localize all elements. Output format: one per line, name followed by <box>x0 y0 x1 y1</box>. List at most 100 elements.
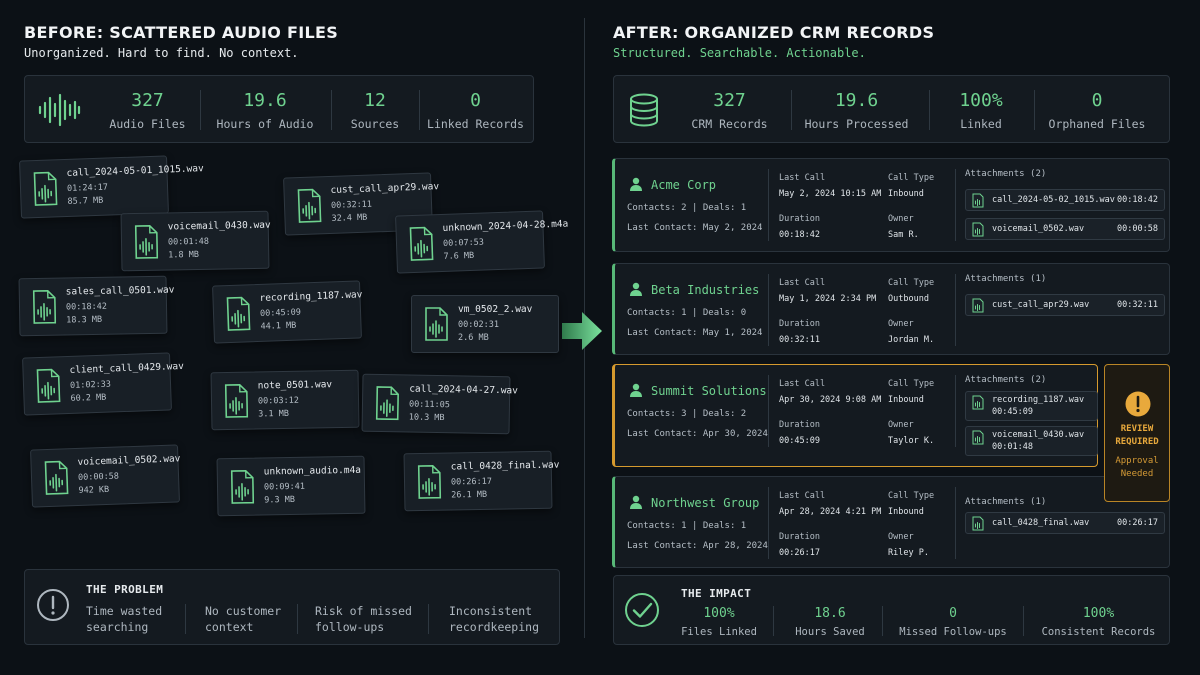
attachments-title: Attachments (2) <box>965 375 1047 385</box>
call-type-label: Call Type <box>888 173 935 183</box>
duration-value: 00:32:11 <box>779 335 820 345</box>
contacts-deals: Contacts: 1 | Deals: 1 <box>627 521 747 531</box>
impact-title: THE IMPACT <box>681 587 752 600</box>
audio-file-card[interactable]: voicemail_0502.wav 00:00:58 942 KB <box>30 444 181 508</box>
audio-file-icon <box>35 368 61 403</box>
file-size: 10.3 MB <box>408 412 445 424</box>
before-stats-panel: 327 Audio Files 19.6 Hours of Audio 12 Sour… <box>24 75 534 143</box>
person-icon <box>629 176 643 191</box>
audio-file-card[interactable]: voicemail_0430.wav 00:01:48 1.8 MB <box>120 210 271 272</box>
problem-panel: THE PROBLEM Time wasted searching No cust… <box>24 569 560 645</box>
contacts-deals: Contacts: 1 | Deals: 0 <box>627 308 747 318</box>
audio-file-card[interactable]: unknown_audio.m4a 00:09:41 9.3 MB <box>216 455 366 517</box>
audio-file-card[interactable]: vm_0502_2.wav 00:02:31 2.6 MB <box>411 295 559 353</box>
attachment-item[interactable]: cust_call_apr29.wav 00:32:11 <box>965 294 1165 316</box>
account-name: Beta Industries <box>651 283 760 297</box>
audio-file-icon <box>424 307 448 341</box>
audio-file-icon <box>32 171 58 206</box>
warning-icon <box>1125 391 1151 417</box>
account-name: Acme Corp <box>651 178 717 192</box>
file-size: 9.3 MB <box>264 494 296 506</box>
crm-record-card[interactable]: Acme Corp Contacts: 2 | Deals: 1 Last Cont… <box>612 158 1170 252</box>
alert-circle-icon <box>37 589 69 621</box>
attachment-name: cust_call_apr29.wav <box>992 300 1090 310</box>
attachment-name: call_2024-05-02_1015.wav <box>992 195 1115 205</box>
file-duration: 00:07:53 <box>442 237 485 249</box>
audio-file-icon <box>134 224 159 259</box>
call-type-label: Call Type <box>888 379 935 389</box>
after-stats-panel: 327 CRM Records 19.6 Hours Processed 100% L… <box>613 75 1170 143</box>
attachment-item[interactable]: call_0428_final.wav 00:26:17 <box>965 512 1165 534</box>
stat-hours-audio: 19.6 Hours of Audio <box>216 90 314 131</box>
last-call-label: Last Call <box>779 173 826 183</box>
file-name: unknown_2024-04-28.m4a <box>442 218 569 234</box>
audio-file-card[interactable]: call_2024-04-27.wav 00:11:05 10.3 MB <box>361 373 518 435</box>
attachment-item[interactable]: recording_1187.wav 00:45:09 <box>965 391 1098 421</box>
audio-file-card[interactable]: call_0428_final.wav 00:26:17 26.1 MB <box>403 450 560 512</box>
audio-file-card[interactable]: call_2024-05-01_1015.wav 01:24:17 85.7 MB <box>19 155 204 219</box>
last-contact: Last Contact: Apr 28, 2024 <box>627 541 768 551</box>
after-title: AFTER: ORGANIZED CRM RECORDS <box>613 23 935 42</box>
audio-file-icon <box>408 226 434 261</box>
call-type-value: Inbound <box>888 507 924 517</box>
audio-file-icon <box>375 386 400 421</box>
review-required-badge[interactable]: REVIEW REQUIRED Approval Needed <box>1104 364 1170 502</box>
audio-file-card[interactable]: recording_1187.wav 00:45:09 44.1 MB <box>212 280 363 344</box>
stat-hours-processed: 19.6 Hours Processed <box>804 90 909 131</box>
duration-value: 00:45:09 <box>779 436 820 446</box>
audio-file-icon <box>972 430 984 445</box>
stat-linked: 100% Linked <box>959 90 1003 131</box>
problem-item: Inconsistent recordkeeping <box>449 604 540 634</box>
problem-item: Time wasted searching <box>86 604 163 634</box>
attachment-item[interactable]: voicemail_0502.wav 00:00:58 <box>965 218 1165 240</box>
impact-hours-saved: 18.6 Hours Saved <box>795 606 865 638</box>
attachment-duration: 00:26:17 <box>1117 518 1158 528</box>
problem-item: Risk of missed follow-ups <box>315 604 412 634</box>
file-size: 60.2 MB <box>70 392 107 404</box>
attachment-item[interactable]: call_2024-05-02_1015.wav 00:18:42 <box>965 189 1165 211</box>
contacts-deals: Contacts: 3 | Deals: 2 <box>627 409 747 419</box>
file-name: call_2024-05-01_1015.wav <box>66 163 204 179</box>
owner-value: Riley P. <box>888 548 929 558</box>
call-type-value: Outbound <box>888 294 929 304</box>
file-name: cust_call_apr29.wav <box>330 181 440 196</box>
audio-file-icon <box>417 464 442 499</box>
call-type-label: Call Type <box>888 491 935 501</box>
file-duration: 00:02:31 <box>458 320 499 330</box>
review-note: Approval <box>1115 456 1159 466</box>
last-call-value: Apr 30, 2024 9:08 AM <box>779 395 882 405</box>
impact-files-linked: 100% Files Linked <box>681 606 757 638</box>
last-call-value: Apr 28, 2024 4:21 PM <box>779 507 882 517</box>
audio-file-card[interactable]: client_call_0429.wav 01:02:33 60.2 MB <box>22 352 184 416</box>
crm-record-card[interactable]: Beta Industries Contacts: 1 | Deals: 0 Las… <box>612 263 1170 355</box>
duration-label: Duration <box>779 420 820 430</box>
problem-item: No customer context <box>205 604 282 634</box>
file-duration: 00:09:41 <box>263 481 306 493</box>
file-duration: 01:24:17 <box>66 182 109 194</box>
attachment-name: recording_1187.wav <box>992 395 1085 405</box>
audio-file-card[interactable]: unknown_2024-04-28.m4a 00:07:53 7.6 MB <box>395 210 568 274</box>
review-label: REVIEW <box>1120 424 1154 434</box>
file-name: voicemail_0430.wav <box>167 219 271 233</box>
file-duration: 00:01:48 <box>167 236 210 248</box>
duration-label: Duration <box>779 532 820 542</box>
owner-value: Taylor K. <box>888 436 935 446</box>
account-name: Northwest Group <box>651 496 760 510</box>
crm-record-card[interactable]: Northwest Group Contacts: 1 | Deals: 1 Las… <box>612 476 1170 568</box>
waveform-icon <box>38 93 81 127</box>
crm-record-card[interactable]: Summit Solutions Contacts: 3 | Deals: 2 La… <box>612 364 1098 467</box>
audio-file-card[interactable]: note_0501.wav 00:03:12 3.1 MB <box>210 369 360 431</box>
file-duration: 01:02:33 <box>69 379 112 391</box>
attachment-duration: 00:18:42 <box>1117 195 1158 205</box>
audio-file-icon <box>224 383 249 418</box>
file-duration: 00:26:17 <box>450 476 493 488</box>
audio-file-icon <box>296 188 322 223</box>
attachment-item[interactable]: voicemail_0430.wav 00:01:48 <box>965 426 1098 456</box>
review-note: Needed <box>1120 469 1154 479</box>
arrow-right-icon <box>562 312 602 350</box>
owner-label: Owner <box>888 319 914 329</box>
audio-file-card[interactable]: sales_call_0501.wav 00:18:42 18.3 MB <box>18 275 175 337</box>
problem-title: THE PROBLEM <box>86 583 164 596</box>
file-size: 2.6 MB <box>458 333 489 343</box>
file-size: 942 KB <box>78 484 110 496</box>
